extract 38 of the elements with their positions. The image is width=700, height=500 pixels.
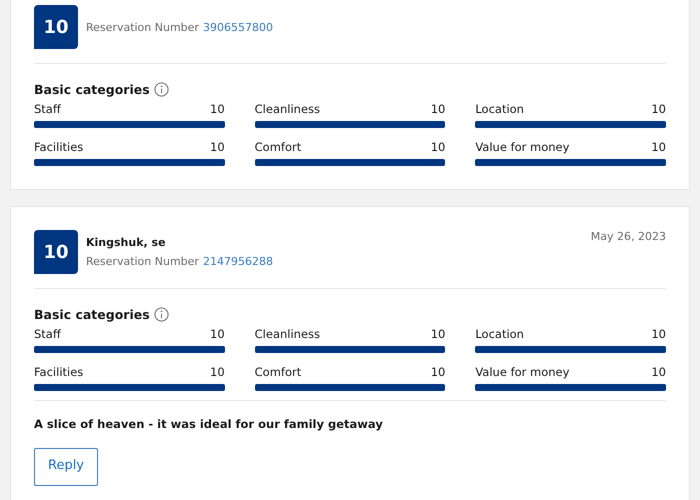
category-label: Value for money [475, 365, 570, 379]
category-label: Comfort [254, 365, 302, 379]
categories-heading: Basic categories [34, 82, 150, 97]
category-label: Staff [34, 102, 61, 116]
reservation-label: Reservation Number [86, 20, 199, 34]
category-label: Cleanliness [254, 102, 320, 116]
category-score: 10 [210, 365, 225, 379]
reservation-label: Reservation Number [86, 255, 199, 268]
reservation-number-link[interactable]: 3906557800 [202, 20, 273, 34]
category-label: Location [475, 327, 524, 341]
score-badge: 10 [34, 5, 78, 49]
category-score: 10 [651, 327, 666, 341]
category-score: 10 [210, 140, 225, 154]
review-date: May 26, 2023 [590, 230, 666, 243]
category-label: Facilities [34, 365, 84, 379]
info-icon[interactable] [154, 307, 169, 322]
category-score: 10 [430, 140, 446, 154]
category-label: Location [475, 102, 524, 116]
info-icon[interactable] [154, 82, 169, 97]
categories-heading: Basic categories [34, 307, 150, 322]
category-score: 10 [210, 327, 225, 341]
category-label: Comfort [254, 140, 302, 154]
score-badge: 10 [34, 230, 78, 274]
category-label: Staff [34, 327, 61, 341]
category-label: Value for money [475, 140, 570, 154]
category-label: Facilities [34, 140, 84, 154]
category-score: 10 [651, 365, 666, 379]
guest-name: Kingshuk, se [86, 236, 167, 249]
reservation-number-link[interactable]: 2147956288 [202, 255, 273, 268]
category-score: 10 [430, 102, 446, 116]
category-score: 10 [651, 102, 666, 116]
category-score: 10 [651, 140, 666, 154]
category-score: 10 [430, 327, 446, 341]
review-title: A slice of heaven - it was ideal for our family getaway [34, 400, 666, 431]
category-score: 10 [210, 102, 225, 116]
category-label: Cleanliness [254, 327, 320, 341]
category-score: 10 [430, 365, 446, 379]
reply-button[interactable]: Reply [34, 448, 98, 486]
